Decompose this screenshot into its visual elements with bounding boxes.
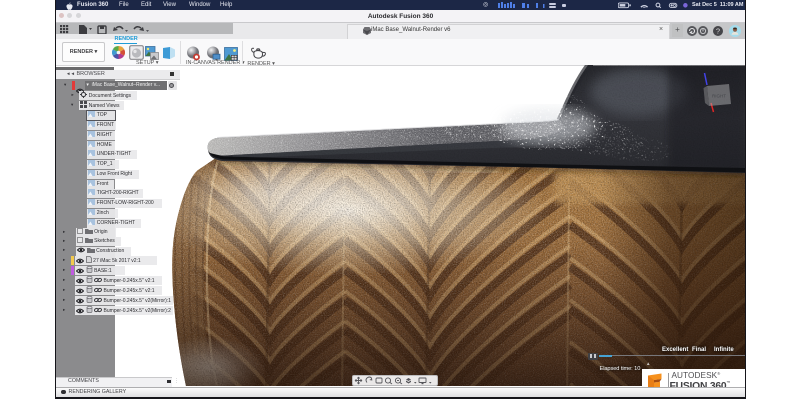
svg-text:RIGHT: RIGHT	[712, 94, 726, 99]
svg-text:?: ?	[716, 27, 720, 36]
